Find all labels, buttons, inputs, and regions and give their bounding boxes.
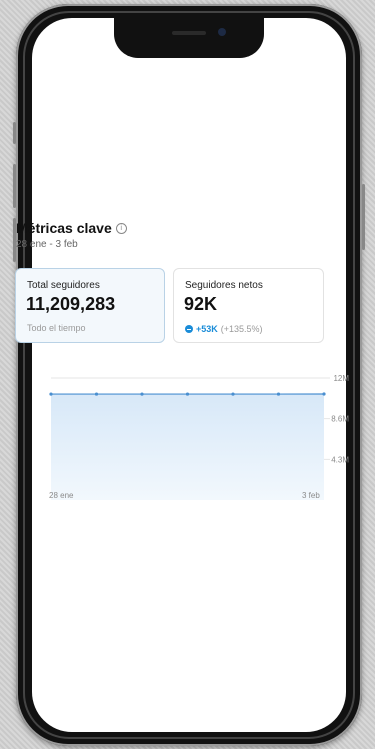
y-tick-label: 4.3M	[331, 455, 349, 464]
data-point	[322, 392, 326, 396]
data-point	[276, 392, 281, 396]
series-area	[51, 393, 324, 500]
y-tick-label: 8.6M	[331, 415, 349, 424]
data-point	[94, 392, 99, 396]
x-tick-label-end: 3 feb	[302, 491, 320, 500]
x-tick-label-start: 28 ene	[49, 491, 74, 500]
data-point	[231, 392, 235, 396]
data-point	[140, 392, 144, 396]
data-point	[49, 392, 53, 396]
followers-chart: 12M 8.6M 4.3M	[49, 374, 349, 500]
data-point	[185, 392, 190, 396]
y-tick-label: 12M	[333, 374, 349, 383]
